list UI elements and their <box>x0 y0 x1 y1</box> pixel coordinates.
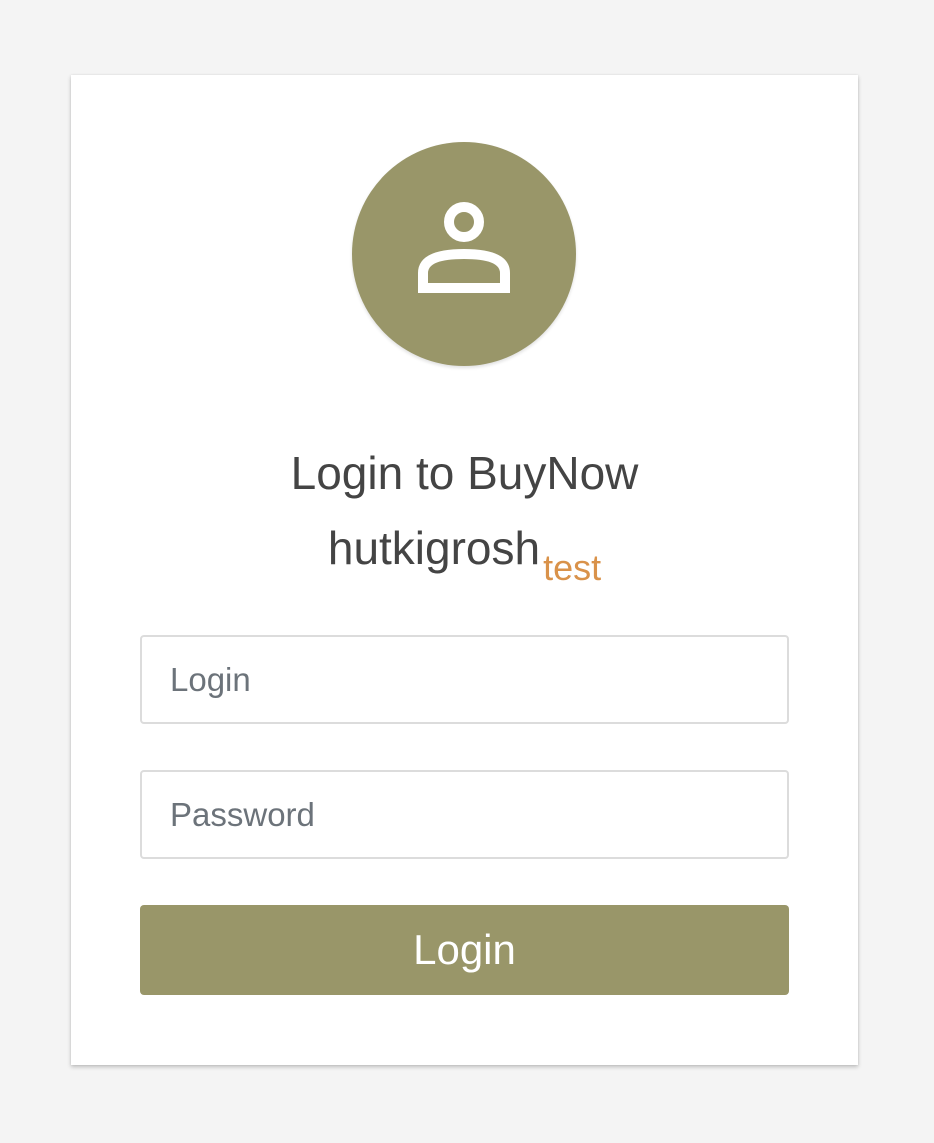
brand-subtitle: hutkigroshtest <box>71 518 858 588</box>
user-icon <box>418 202 510 293</box>
avatar <box>352 142 576 366</box>
environment-label: test <box>543 547 602 588</box>
login-card: Login to BuyNow hutkigroshtest Login <box>71 75 858 1065</box>
login-button[interactable]: Login <box>140 905 789 995</box>
page-title: Login to BuyNow <box>290 447 639 499</box>
brand-name: hutkigrosh <box>327 522 541 574</box>
password-input[interactable] <box>140 770 789 859</box>
login-input[interactable] <box>140 635 789 724</box>
